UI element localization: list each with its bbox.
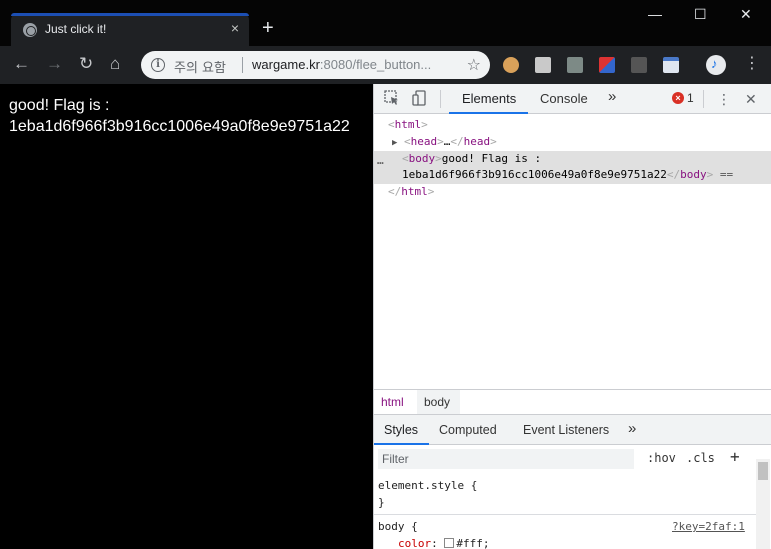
browser-toolbar: ← → ↻ ⌂ i 주의 요함 wargame.kr:8080/flee_but… xyxy=(0,46,771,84)
class-toggle[interactable]: .cls xyxy=(686,451,715,465)
devtools-panel: Elements Console » × 1 ⋮ ✕ … <html> ▶ <h… xyxy=(373,84,771,549)
color-swatch[interactable] xyxy=(444,538,455,548)
styles-scrollbar[interactable] xyxy=(756,459,770,549)
info-icon[interactable]: i xyxy=(151,58,165,72)
tab-computed[interactable]: Computed xyxy=(439,423,497,437)
info-extension-icon[interactable] xyxy=(631,57,647,73)
colored-extension-icon[interactable] xyxy=(599,57,615,73)
color-value: #fff; xyxy=(456,537,490,549)
breadcrumb: html body xyxy=(374,389,771,415)
page-content: good! Flag is : 1eba1d6f966f3b916cc1006e… xyxy=(0,84,373,549)
devtools-toolbar: Elements Console » × 1 ⋮ ✕ xyxy=(374,84,771,114)
url-host: wargame.kr xyxy=(252,57,320,72)
breadcrumb-html[interactable]: html xyxy=(381,395,404,409)
active-tab-indicator xyxy=(449,112,528,114)
minimize-button[interactable]: — xyxy=(648,6,662,22)
security-status[interactable]: 주의 요함 xyxy=(174,57,226,76)
node-actions-icon[interactable]: … xyxy=(377,154,384,167)
tab-console[interactable]: Console xyxy=(540,91,588,106)
toolbar-divider xyxy=(703,90,704,108)
inspect-element-icon[interactable] xyxy=(384,90,400,109)
body-rule-selector[interactable]: body { xyxy=(378,520,418,533)
styles-filter-row: Filter :hov .cls + xyxy=(374,445,771,473)
window-extension-icon[interactable] xyxy=(663,57,679,73)
tab-styles[interactable]: Styles xyxy=(384,423,418,437)
tab-elements[interactable]: Elements xyxy=(462,91,516,106)
url-text[interactable]: wargame.kr:8080/flee_button... xyxy=(252,57,452,72)
new-tab-button[interactable]: + xyxy=(262,18,274,38)
flag-value: 1eba1d6f966f3b916cc1006e49a0f8e9e9751a22 xyxy=(9,118,350,135)
dom-html-close[interactable]: </html> xyxy=(388,185,434,198)
url-rest: :8080/flee_button... xyxy=(319,57,432,72)
address-bar[interactable]: i 주의 요함 wargame.kr:8080/flee_button... ☆ xyxy=(141,51,490,79)
omnibox-divider xyxy=(242,57,243,73)
tab-close-icon[interactable]: × xyxy=(231,20,239,36)
forward-button[interactable]: → xyxy=(46,55,63,73)
element-style-selector[interactable]: element.style { xyxy=(378,479,477,492)
home-button[interactable]: ⌂ xyxy=(110,55,120,73)
bookmark-star-icon[interactable]: ☆ xyxy=(467,55,481,75)
chart-extension-icon[interactable] xyxy=(567,57,583,73)
element-style-close: } xyxy=(378,496,385,509)
expand-triangle-icon[interactable]: ▶ xyxy=(392,138,397,148)
flag-label: good! Flag is : xyxy=(9,97,110,114)
printer-extension-icon[interactable] xyxy=(535,57,551,73)
color-property: color xyxy=(398,537,432,549)
title-bar: Just click it! × + — ☐ ✕ xyxy=(0,0,771,46)
devtools-menu-icon[interactable]: ⋮ xyxy=(717,91,731,107)
device-toolbar-icon[interactable] xyxy=(412,90,428,109)
error-count[interactable]: 1 xyxy=(687,91,694,105)
toolbar-divider xyxy=(440,90,441,108)
body-rule-source-link[interactable]: ?key=2faf:1 xyxy=(672,520,745,533)
globe-icon xyxy=(23,23,37,37)
dom-head[interactable]: ▶ <head>…</head> xyxy=(392,135,497,148)
reload-button[interactable]: ↻ xyxy=(79,55,93,73)
dom-body[interactable]: <body>good! Flag is : xyxy=(402,152,541,165)
styles-filter-input[interactable]: Filter xyxy=(378,449,634,469)
browser-menu-icon[interactable]: ⋮ xyxy=(744,55,760,73)
dom-body-continued[interactable]: 1eba1d6f966f3b916cc1006e49a0f8e9e9751a22… xyxy=(402,168,733,181)
flag-message: good! Flag is : 1eba1d6f966f3b916cc1006e… xyxy=(9,95,350,137)
scrollbar-thumb[interactable] xyxy=(758,462,768,480)
back-button[interactable]: ← xyxy=(13,55,30,73)
breadcrumb-body[interactable]: body xyxy=(424,395,450,409)
error-icon[interactable]: × xyxy=(672,92,684,104)
add-rule-icon[interactable]: + xyxy=(730,447,740,466)
maximize-button[interactable]: ☐ xyxy=(694,6,707,22)
tab-accent xyxy=(11,13,249,16)
dom-tree: … <html> ▶ <head>…</head> <body>good! Fl… xyxy=(374,115,771,389)
browser-tab[interactable]: Just click it! × xyxy=(11,13,249,46)
profile-avatar[interactable] xyxy=(706,55,726,75)
styles-subtabs: Styles Computed Event Listeners » xyxy=(374,415,771,445)
more-subtabs-icon[interactable]: » xyxy=(628,420,636,437)
hover-state-toggle[interactable]: :hov xyxy=(647,451,676,465)
cookie-extension-icon[interactable] xyxy=(503,57,519,73)
rule-divider xyxy=(374,514,756,515)
close-devtools-icon[interactable]: ✕ xyxy=(745,91,757,107)
tab-title: Just click it! xyxy=(45,22,107,36)
more-tabs-icon[interactable]: » xyxy=(608,88,616,105)
dom-html-open[interactable]: <html> xyxy=(388,118,428,131)
body-color-declaration[interactable]: color: #fff; xyxy=(398,537,490,549)
close-window-button[interactable]: ✕ xyxy=(740,6,752,22)
tab-event-listeners[interactable]: Event Listeners xyxy=(523,423,609,437)
